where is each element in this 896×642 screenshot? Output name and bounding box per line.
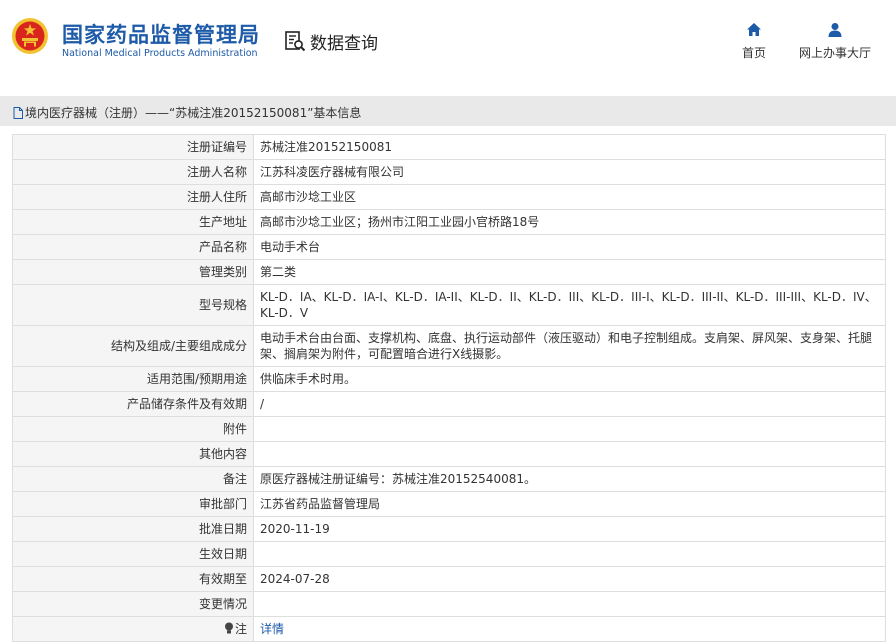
field-value: 原医疗器械注册证编号：苏械注准20152540081。 [253, 466, 886, 492]
table-row: 型号规格 KL-D．IA、KL-D．IA-I、KL-D．IA-II、KL-D．II… [12, 284, 886, 326]
field-label: 有效期至 [12, 566, 254, 592]
field-value: / [253, 391, 886, 417]
registration-info-table: 注册证编号 苏械注准20152150081 注册人名称 江苏科凌医疗器械有限公司 注册人… [12, 134, 886, 642]
field-label: 附件 [12, 416, 254, 442]
field-label: 产品名称 [12, 234, 254, 260]
field-label: 变更情况 [12, 591, 254, 617]
field-label: 产品储存条件及有效期 [12, 391, 254, 417]
table-row: 产品储存条件及有效期 / [12, 391, 886, 417]
field-value: 2020-11-19 [253, 516, 886, 542]
field-label: 其他内容 [12, 441, 254, 467]
field-value: 江苏科凌医疗器械有限公司 [253, 159, 886, 185]
note-label: 注 [234, 622, 247, 636]
field-label: 生产地址 [12, 209, 254, 235]
field-label: 适用范围/预期用途 [12, 366, 254, 392]
table-row: 结构及组成/主要组成成分 电动手术台由台面、支撑机构、底盘、执行运动部件（液压驱动… [12, 325, 886, 367]
field-value: 供临床手术时用。 [253, 366, 886, 392]
table-row: 生效日期 [12, 541, 886, 567]
table-row: 备注 原医疗器械注册证编号：苏械注准20152540081。 [12, 466, 886, 492]
field-label: 注册证编号 [12, 134, 254, 160]
national-emblem-icon [12, 18, 48, 54]
field-label: 结构及组成/主要组成成分 [12, 325, 254, 367]
field-value: 苏械注准20152150081 [253, 134, 886, 160]
table-row: 批准日期 2020-11-19 [12, 516, 886, 542]
field-label: 型号规格 [12, 284, 254, 326]
site-header: 国家药品监督管理局 National Medical Products Admi… [0, 0, 896, 88]
field-label: 审批部门 [12, 491, 254, 517]
field-value: 第二类 [253, 259, 886, 285]
field-value: 高邮市沙埝工业区 [253, 184, 886, 210]
nav-online-service-label: 网上办事大厅 [798, 46, 871, 60]
field-label: 注册人名称 [12, 159, 254, 185]
field-value: 高邮市沙埝工业区；扬州市江阳工业园小官桥路18号 [253, 209, 886, 235]
lightbulb-icon [224, 622, 233, 634]
home-icon [747, 23, 761, 36]
table-row-note: 注详情 [12, 616, 886, 642]
nav-home[interactable]: 首页 [738, 22, 770, 61]
table-row: 注册人名称 江苏科凌医疗器械有限公司 [12, 159, 886, 185]
field-value: 2024-07-28 [253, 566, 886, 592]
nav-online-service-hall[interactable]: 网上办事大厅 [796, 22, 874, 61]
field-value: KL-D．IA、KL-D．IA-I、KL-D．IA-II、KL-D．II、KL-… [253, 284, 886, 326]
table-row: 有效期至 2024-07-28 [12, 566, 886, 592]
note-value-cell: 详情 [253, 616, 886, 642]
field-value: 江苏省药品监督管理局 [253, 491, 886, 517]
field-value: 电动手术台 [253, 234, 886, 260]
nav-home-label: 首页 [741, 46, 766, 60]
org-name-en: National Medical Products Administration [62, 48, 258, 59]
table-row: 注册人住所 高邮市沙埝工业区 [12, 184, 886, 210]
table-row: 附件 [12, 416, 886, 442]
field-label: 管理类别 [12, 259, 254, 285]
field-label: 生效日期 [12, 541, 254, 567]
data-query-label: 数据查询 [310, 34, 378, 54]
document-icon [13, 107, 23, 119]
field-value [253, 441, 886, 467]
table-row: 审批部门 江苏省药品监督管理局 [12, 491, 886, 517]
table-row: 变更情况 [12, 591, 886, 617]
field-label: 批准日期 [12, 516, 254, 542]
field-value [253, 591, 886, 617]
table-row: 其他内容 [12, 441, 886, 467]
field-value: 电动手术台由台面、支撑机构、底盘、执行运动部件（液压驱动）和电子控制组成。支肩架… [253, 325, 886, 367]
document-search-icon [285, 31, 306, 52]
details-link[interactable]: 详情 [260, 622, 284, 636]
field-value [253, 416, 886, 442]
breadcrumb-text: 境内医疗器械（注册）——“苏械注准20152150081”基本信息 [25, 106, 362, 120]
table-row: 注册证编号 苏械注准20152150081 [12, 134, 886, 160]
table-row: 管理类别 第二类 [12, 259, 886, 285]
user-icon [828, 23, 842, 37]
field-label: 注册人住所 [12, 184, 254, 210]
field-value [253, 541, 886, 567]
table-row: 生产地址 高邮市沙埝工业区；扬州市江阳工业园小官桥路18号 [12, 209, 886, 235]
field-label: 备注 [12, 466, 254, 492]
breadcrumb: 境内医疗器械（注册）——“苏械注准20152150081”基本信息 [0, 96, 896, 126]
table-row: 适用范围/预期用途 供临床手术时用。 [12, 366, 886, 392]
note-label-cell: 注 [12, 616, 254, 642]
org-name-cn: 国家药品监督管理局 [62, 23, 260, 47]
table-row: 产品名称 电动手术台 [12, 234, 886, 260]
